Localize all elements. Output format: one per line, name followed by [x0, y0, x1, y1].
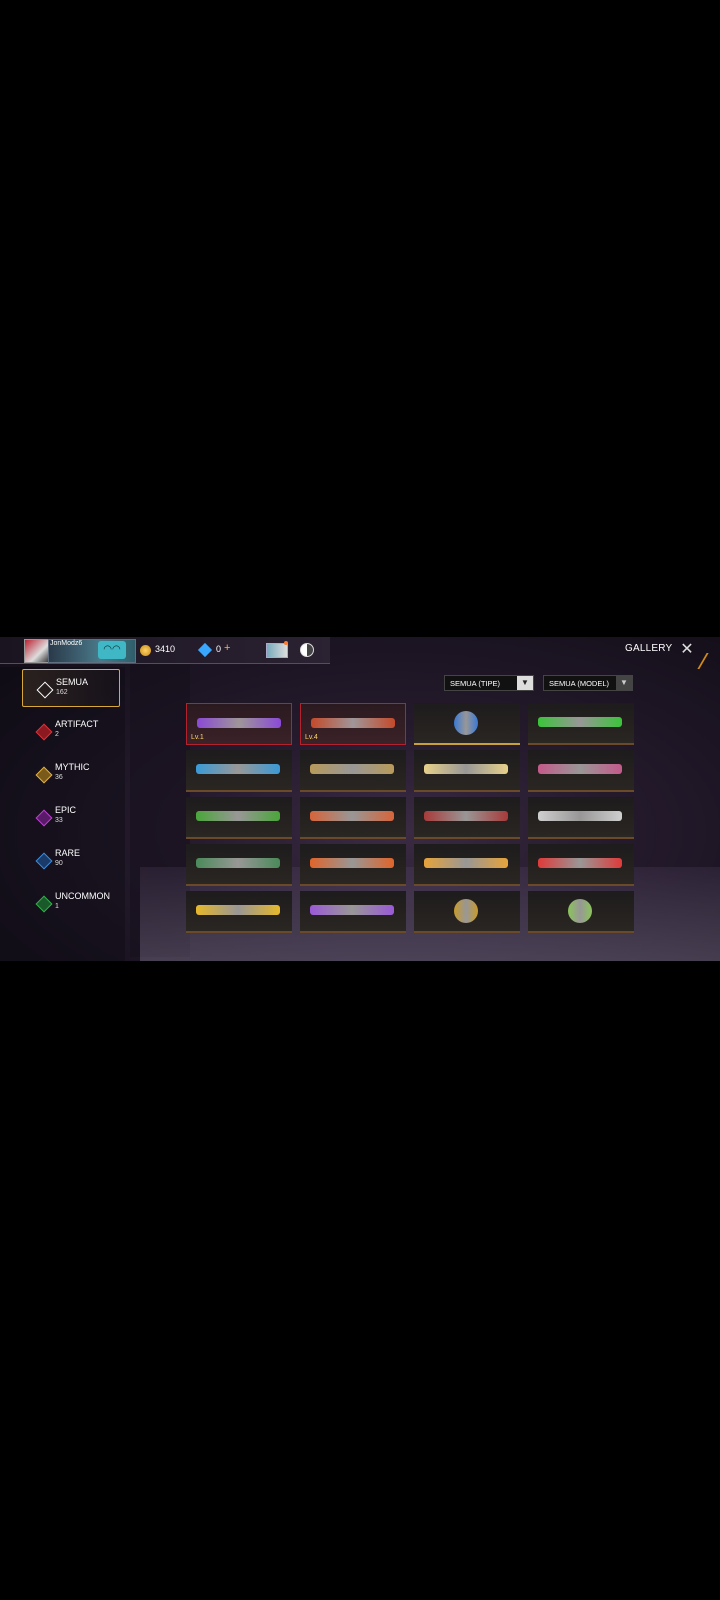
category-label: EPIC — [55, 805, 77, 815]
gold-white-rifle-icon — [424, 764, 508, 774]
category-sidebar: SEMUA 162 ARTIFACT 2 MYTHIC 36 EPIC 33 R… — [0, 667, 125, 961]
emote-icon: ◠◠ — [98, 641, 126, 659]
item-level: Lv.1 — [191, 734, 204, 741]
item-tile[interactable] — [414, 891, 520, 933]
category-count: 36 — [55, 774, 63, 781]
item-tile[interactable] — [186, 844, 292, 886]
item-tile[interactable] — [186, 891, 292, 933]
model-filter-dropdown[interactable]: SEMUA (MODEL) ▼ — [543, 675, 633, 691]
uncommon-rank-icon — [35, 895, 53, 913]
item-tile[interactable] — [300, 844, 406, 886]
flame-dragon-icon — [424, 858, 508, 868]
epic-rank-icon — [35, 809, 53, 827]
category-count: 1 — [55, 903, 59, 910]
item-tile[interactable] — [528, 703, 634, 745]
chevron-down-icon[interactable]: ▼ — [517, 676, 533, 690]
notification-dot — [284, 641, 288, 645]
green-dragon-gun-icon — [196, 811, 280, 821]
category-uncommon[interactable]: UNCOMMON 1 — [22, 884, 120, 922]
chevron-down-icon[interactable]: ▼ — [616, 676, 632, 690]
item-tile[interactable] — [414, 750, 520, 792]
silver-rifle-icon — [538, 811, 622, 821]
category-semua[interactable]: SEMUA 162 — [22, 669, 120, 707]
add-diamond-button[interactable]: + — [224, 642, 230, 654]
gold-coin-icon — [140, 645, 151, 656]
category-rare[interactable]: RARE 90 — [22, 841, 120, 879]
green-rifle-icon — [538, 717, 622, 727]
item-tile[interactable] — [414, 844, 520, 886]
item-tile[interactable] — [414, 797, 520, 839]
category-label: MYTHIC — [55, 762, 90, 772]
item-tile[interactable] — [414, 703, 520, 745]
item-tile[interactable] — [528, 750, 634, 792]
diamond-rank-icon — [36, 681, 54, 699]
gold-rifle-icon — [310, 764, 394, 774]
item-tile[interactable]: Lv.4 — [300, 703, 406, 745]
mail-icon[interactable] — [266, 643, 288, 658]
category-epic[interactable]: EPIC 33 — [22, 798, 120, 836]
item-level: Lv.4 — [305, 734, 318, 741]
category-count: 162 — [56, 689, 68, 696]
purple-rifle-icon — [197, 718, 281, 728]
category-count: 33 — [55, 817, 63, 824]
category-label: RARE — [55, 848, 81, 858]
category-label: UNCOMMON — [55, 891, 110, 901]
category-artifact[interactable]: ARTIFACT 2 — [22, 712, 120, 750]
diamond-balance: 0 — [216, 644, 222, 654]
red-rifle-icon — [424, 811, 508, 821]
item-tile[interactable] — [300, 891, 406, 933]
item-tile[interactable] — [528, 844, 634, 886]
type-filter-dropdown[interactable]: SEMUA (TIPE) ▼ — [444, 675, 534, 691]
page-title: GALLERY — [625, 643, 673, 654]
item-grid: Lv.1 Lv.4 — [186, 703, 640, 933]
item-tile[interactable] — [300, 750, 406, 792]
item-tile[interactable] — [186, 797, 292, 839]
item-tile[interactable] — [300, 797, 406, 839]
fire-crossbow-icon — [310, 858, 394, 868]
item-tile[interactable] — [528, 797, 634, 839]
yellow-umbrella-icon — [196, 905, 280, 915]
item-tile[interactable]: Lv.1 — [186, 703, 292, 745]
pink-smg-icon — [538, 764, 622, 774]
model-filter-value: SEMUA (MODEL) — [549, 679, 610, 688]
candy-cane-icon — [538, 858, 622, 868]
item-tile[interactable] — [528, 891, 634, 933]
type-filter-value: SEMUA (TIPE) — [450, 679, 501, 688]
category-label: SEMUA — [56, 677, 89, 687]
category-count: 90 — [55, 860, 63, 867]
category-label: ARTIFACT — [55, 719, 99, 729]
rare-rank-icon — [35, 852, 53, 870]
purple-scythe-icon — [310, 905, 394, 915]
mythic-rank-icon — [35, 766, 53, 784]
category-count: 2 — [55, 731, 59, 738]
category-mythic[interactable]: MYTHIC 36 — [22, 755, 120, 793]
settings-icon[interactable] — [300, 643, 314, 657]
coin-balance: 3410 — [155, 644, 176, 654]
avatar[interactable] — [24, 639, 50, 663]
dragon-rifle-icon — [311, 718, 395, 728]
artifact-rank-icon — [35, 723, 53, 741]
blue-rifle-icon — [196, 764, 280, 774]
item-tile[interactable] — [186, 750, 292, 792]
diamond-icon — [197, 642, 213, 658]
blue-mask-icon — [454, 711, 478, 735]
game-screen: JonModz6 ◠◠ 3410 0 + GALLERY ✕ SEMUA 162… — [0, 637, 720, 961]
player-nickname: JonModz6 — [50, 640, 83, 647]
top-bar: JonModz6 ◠◠ 3410 0 + — [0, 637, 330, 664]
green-grenade-icon — [568, 899, 592, 923]
green-shotgun-icon — [196, 858, 280, 868]
fire-dragon-gun-icon — [310, 811, 394, 821]
gold-grenade-icon — [454, 899, 478, 923]
